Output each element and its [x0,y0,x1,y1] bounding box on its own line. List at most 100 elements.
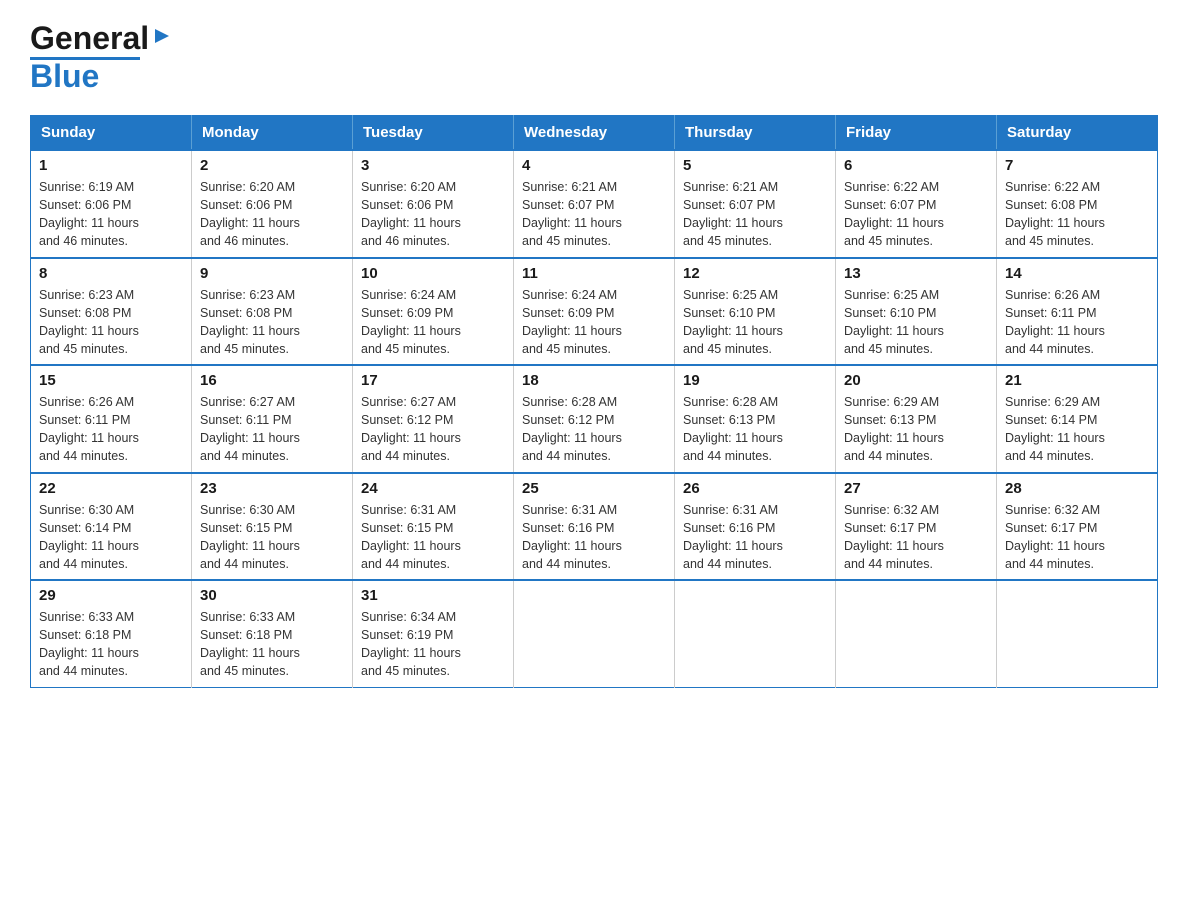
calendar-cell [675,580,836,687]
day-number: 4 [522,157,666,174]
day-number: 16 [200,372,344,389]
header-tuesday: Tuesday [353,116,514,151]
day-info: Sunrise: 6:26 AM Sunset: 6:11 PM Dayligh… [1005,286,1149,359]
calendar-cell: 22 Sunrise: 6:30 AM Sunset: 6:14 PM Dayl… [31,473,192,581]
day-info: Sunrise: 6:26 AM Sunset: 6:11 PM Dayligh… [39,393,183,466]
calendar-week-1: 1 Sunrise: 6:19 AM Sunset: 6:06 PM Dayli… [31,150,1158,258]
day-number: 23 [200,480,344,497]
logo-blue-text: Blue [30,58,99,95]
calendar-cell: 30 Sunrise: 6:33 AM Sunset: 6:18 PM Dayl… [192,580,353,687]
calendar-cell: 7 Sunrise: 6:22 AM Sunset: 6:08 PM Dayli… [997,150,1158,258]
calendar-cell: 14 Sunrise: 6:26 AM Sunset: 6:11 PM Dayl… [997,258,1158,366]
day-number: 9 [200,265,344,282]
day-number: 25 [522,480,666,497]
calendar-cell: 13 Sunrise: 6:25 AM Sunset: 6:10 PM Dayl… [836,258,997,366]
day-info: Sunrise: 6:22 AM Sunset: 6:07 PM Dayligh… [844,178,988,251]
calendar-cell: 21 Sunrise: 6:29 AM Sunset: 6:14 PM Dayl… [997,365,1158,473]
day-info: Sunrise: 6:31 AM Sunset: 6:16 PM Dayligh… [522,501,666,574]
calendar-cell: 28 Sunrise: 6:32 AM Sunset: 6:17 PM Dayl… [997,473,1158,581]
day-info: Sunrise: 6:28 AM Sunset: 6:13 PM Dayligh… [683,393,827,466]
day-number: 15 [39,372,183,389]
calendar-cell: 26 Sunrise: 6:31 AM Sunset: 6:16 PM Dayl… [675,473,836,581]
calendar-cell: 23 Sunrise: 6:30 AM Sunset: 6:15 PM Dayl… [192,473,353,581]
day-info: Sunrise: 6:34 AM Sunset: 6:19 PM Dayligh… [361,608,505,681]
calendar-cell: 27 Sunrise: 6:32 AM Sunset: 6:17 PM Dayl… [836,473,997,581]
logo-triangle-icon [151,25,173,47]
day-info: Sunrise: 6:23 AM Sunset: 6:08 PM Dayligh… [39,286,183,359]
day-number: 10 [361,265,505,282]
day-number: 2 [200,157,344,174]
day-info: Sunrise: 6:32 AM Sunset: 6:17 PM Dayligh… [844,501,988,574]
day-number: 28 [1005,480,1149,497]
header-friday: Friday [836,116,997,151]
day-number: 29 [39,587,183,604]
calendar-cell: 10 Sunrise: 6:24 AM Sunset: 6:09 PM Dayl… [353,258,514,366]
day-info: Sunrise: 6:31 AM Sunset: 6:16 PM Dayligh… [683,501,827,574]
day-info: Sunrise: 6:33 AM Sunset: 6:18 PM Dayligh… [39,608,183,681]
day-number: 19 [683,372,827,389]
day-number: 31 [361,587,505,604]
day-number: 13 [844,265,988,282]
calendar-cell: 4 Sunrise: 6:21 AM Sunset: 6:07 PM Dayli… [514,150,675,258]
calendar-cell: 6 Sunrise: 6:22 AM Sunset: 6:07 PM Dayli… [836,150,997,258]
day-info: Sunrise: 6:30 AM Sunset: 6:15 PM Dayligh… [200,501,344,574]
day-number: 27 [844,480,988,497]
day-info: Sunrise: 6:22 AM Sunset: 6:08 PM Dayligh… [1005,178,1149,251]
page-header: General Blue [30,20,1158,95]
calendar-cell: 12 Sunrise: 6:25 AM Sunset: 6:10 PM Dayl… [675,258,836,366]
day-number: 1 [39,157,183,174]
calendar-cell [514,580,675,687]
day-number: 20 [844,372,988,389]
day-info: Sunrise: 6:24 AM Sunset: 6:09 PM Dayligh… [361,286,505,359]
day-number: 6 [844,157,988,174]
header-sunday: Sunday [31,116,192,151]
day-info: Sunrise: 6:20 AM Sunset: 6:06 PM Dayligh… [361,178,505,251]
day-number: 14 [1005,265,1149,282]
day-number: 24 [361,480,505,497]
day-number: 12 [683,265,827,282]
calendar-cell: 5 Sunrise: 6:21 AM Sunset: 6:07 PM Dayli… [675,150,836,258]
calendar-cell: 24 Sunrise: 6:31 AM Sunset: 6:15 PM Dayl… [353,473,514,581]
header-monday: Monday [192,116,353,151]
day-number: 8 [39,265,183,282]
calendar-cell: 31 Sunrise: 6:34 AM Sunset: 6:19 PM Dayl… [353,580,514,687]
day-number: 26 [683,480,827,497]
calendar-week-5: 29 Sunrise: 6:33 AM Sunset: 6:18 PM Dayl… [31,580,1158,687]
calendar-cell: 16 Sunrise: 6:27 AM Sunset: 6:11 PM Dayl… [192,365,353,473]
calendar-cell [836,580,997,687]
day-number: 22 [39,480,183,497]
day-number: 11 [522,265,666,282]
day-number: 17 [361,372,505,389]
day-info: Sunrise: 6:31 AM Sunset: 6:15 PM Dayligh… [361,501,505,574]
calendar-header-row: SundayMondayTuesdayWednesdayThursdayFrid… [31,116,1158,151]
calendar-cell: 1 Sunrise: 6:19 AM Sunset: 6:06 PM Dayli… [31,150,192,258]
calendar-week-3: 15 Sunrise: 6:26 AM Sunset: 6:11 PM Dayl… [31,365,1158,473]
day-info: Sunrise: 6:21 AM Sunset: 6:07 PM Dayligh… [683,178,827,251]
day-info: Sunrise: 6:20 AM Sunset: 6:06 PM Dayligh… [200,178,344,251]
day-info: Sunrise: 6:33 AM Sunset: 6:18 PM Dayligh… [200,608,344,681]
calendar-week-2: 8 Sunrise: 6:23 AM Sunset: 6:08 PM Dayli… [31,258,1158,366]
calendar-week-4: 22 Sunrise: 6:30 AM Sunset: 6:14 PM Dayl… [31,473,1158,581]
calendar-cell: 20 Sunrise: 6:29 AM Sunset: 6:13 PM Dayl… [836,365,997,473]
header-wednesday: Wednesday [514,116,675,151]
day-number: 21 [1005,372,1149,389]
day-info: Sunrise: 6:27 AM Sunset: 6:11 PM Dayligh… [200,393,344,466]
day-info: Sunrise: 6:25 AM Sunset: 6:10 PM Dayligh… [844,286,988,359]
calendar-cell: 2 Sunrise: 6:20 AM Sunset: 6:06 PM Dayli… [192,150,353,258]
calendar-cell: 25 Sunrise: 6:31 AM Sunset: 6:16 PM Dayl… [514,473,675,581]
day-info: Sunrise: 6:25 AM Sunset: 6:10 PM Dayligh… [683,286,827,359]
header-thursday: Thursday [675,116,836,151]
day-info: Sunrise: 6:29 AM Sunset: 6:13 PM Dayligh… [844,393,988,466]
logo-general-text: General [30,20,149,57]
calendar-cell: 3 Sunrise: 6:20 AM Sunset: 6:06 PM Dayli… [353,150,514,258]
day-number: 30 [200,587,344,604]
calendar-table: SundayMondayTuesdayWednesdayThursdayFrid… [30,115,1158,688]
calendar-cell [997,580,1158,687]
day-number: 3 [361,157,505,174]
calendar-cell: 15 Sunrise: 6:26 AM Sunset: 6:11 PM Dayl… [31,365,192,473]
logo: General Blue [30,20,173,95]
header-saturday: Saturday [997,116,1158,151]
calendar-cell: 19 Sunrise: 6:28 AM Sunset: 6:13 PM Dayl… [675,365,836,473]
calendar-cell: 17 Sunrise: 6:27 AM Sunset: 6:12 PM Dayl… [353,365,514,473]
day-info: Sunrise: 6:28 AM Sunset: 6:12 PM Dayligh… [522,393,666,466]
